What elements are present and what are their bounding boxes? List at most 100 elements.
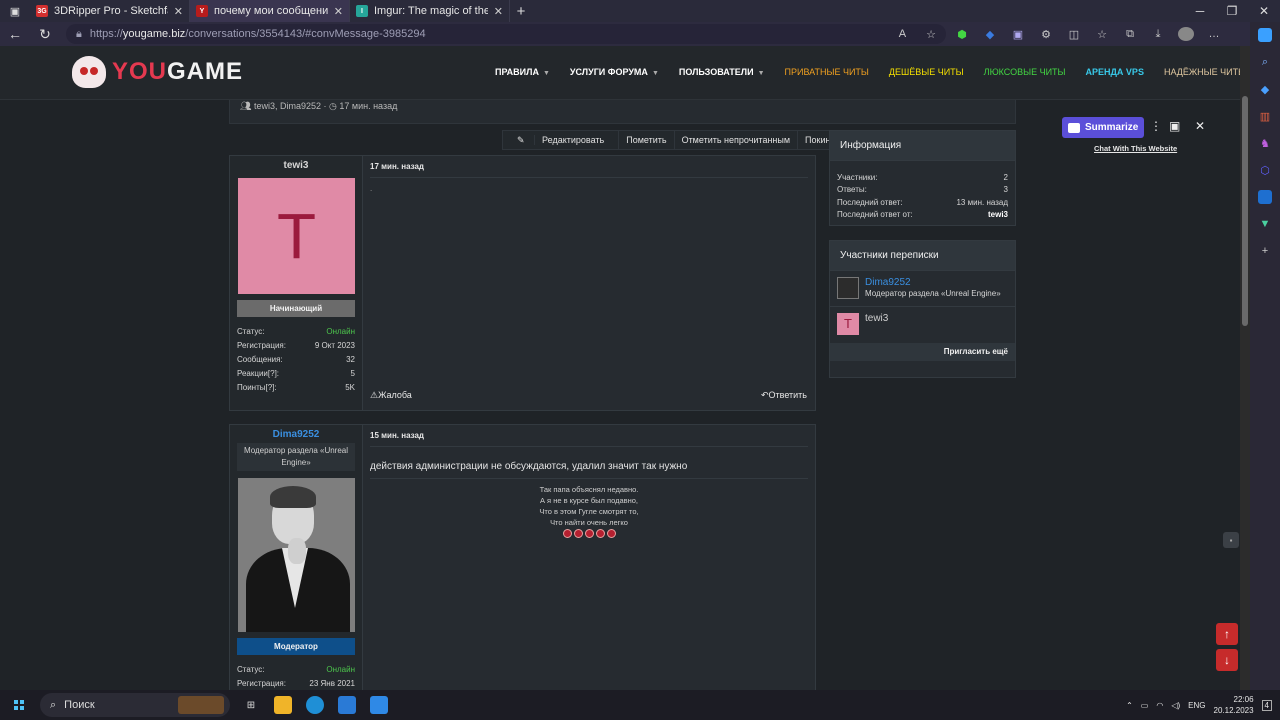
close-window-icon[interactable]: ✕ xyxy=(1248,0,1280,22)
conversation-meta: 👥︎ tewi3, Dima9252 · ◷ 17 мин. назад xyxy=(229,100,1016,124)
site-logo[interactable]: YOUGAME xyxy=(72,56,243,88)
browser-tab-active[interactable]: Y почему мои сообщения удалят ✕ xyxy=(190,0,350,22)
url-field[interactable]: 🔒︎ https://yougame.biz/conversations/355… xyxy=(66,24,946,44)
chat-widget-icon[interactable]: ▪ xyxy=(1223,532,1239,548)
shopping-tag-icon[interactable]: ◆ xyxy=(1258,82,1272,96)
summarize-extension-icon[interactable]: ▣ xyxy=(1010,27,1026,41)
favorite-star-icon[interactable]: ☆ xyxy=(926,28,936,41)
taskbar-search[interactable]: ⌕ Поиск xyxy=(40,693,230,717)
scroll-thumb[interactable] xyxy=(1242,96,1248,326)
message-user-panel: tewi3 T Начинающий Статус: Онлайн Регистр… xyxy=(230,156,363,410)
search-icon[interactable]: ⌕ xyxy=(1258,55,1272,69)
back-icon[interactable]: ← xyxy=(0,26,30,42)
collections-icon[interactable]: ⧉ xyxy=(1122,27,1138,41)
notifications-icon[interactable]: 4 xyxy=(1261,699,1272,711)
nav-services[interactable]: УСЛУГИ ФОРУМА ▼ xyxy=(570,67,659,77)
nav-reliable-cheats[interactable]: НАДЁЖНЫЕ ЧИТЫ xyxy=(1164,67,1246,77)
bitwarden-extension-icon[interactable]: ◆ xyxy=(982,27,998,41)
browser-tab[interactable]: I Imgur: The magic of the Internet ✕ xyxy=(350,0,510,22)
avatar[interactable] xyxy=(837,277,859,299)
chevron-up-icon[interactable]: ⌃ xyxy=(1126,701,1133,710)
store-icon[interactable] xyxy=(338,696,356,714)
language-indicator[interactable]: ENG xyxy=(1188,701,1205,710)
mail-icon[interactable] xyxy=(370,696,388,714)
drop-icon[interactable]: ▼ xyxy=(1258,217,1272,231)
summarize-button[interactable]: Summarize xyxy=(1062,117,1144,138)
nav-cheap-cheats[interactable]: ДЕШЁВЫЕ ЧИТЫ xyxy=(889,67,964,77)
nav-users[interactable]: ПОЛЬЗОВАТЕЛИ ▼ xyxy=(679,67,765,77)
page-scrollbar[interactable] xyxy=(1240,46,1250,690)
file-explorer-icon[interactable] xyxy=(274,696,292,714)
extensions-icon[interactable]: ⚙ xyxy=(1038,27,1054,41)
nav-private-cheats[interactable]: ПРИВАТНЫЕ ЧИТЫ xyxy=(785,67,869,77)
downloads-icon[interactable]: ⤓ xyxy=(1150,27,1166,41)
games-icon[interactable]: ♞ xyxy=(1258,136,1272,150)
more-menu-icon[interactable]: … xyxy=(1206,27,1222,41)
new-tab-button[interactable]: + xyxy=(510,3,532,20)
profile-avatar[interactable] xyxy=(1178,27,1194,41)
last-reply-user[interactable]: tewi3 xyxy=(988,210,1008,219)
close-icon[interactable]: ✕ xyxy=(1195,119,1205,133)
hide-icon[interactable]: ▣ xyxy=(1169,119,1180,133)
close-tab-icon[interactable]: ✕ xyxy=(174,5,183,18)
main-nav: ПРАВИЛА ▼ УСЛУГИ ФОРУМА ▼ ПОЛЬЗОВАТЕЛИ ▼ ПР… xyxy=(495,67,1246,77)
more-options-icon[interactable]: ⋮ xyxy=(1150,119,1162,133)
message-post: 15 мин. назад действия администрации не … xyxy=(363,425,815,690)
participant-name[interactable]: Dima9252 xyxy=(865,277,1001,288)
logo-game: GAME xyxy=(167,58,244,85)
start-button[interactable] xyxy=(6,700,32,710)
invite-more-button[interactable]: Пригласить ещё xyxy=(830,343,1015,361)
username[interactable]: Dima9252 xyxy=(230,429,362,440)
window-menu-icon[interactable]: ▣ xyxy=(0,0,30,22)
clock[interactable]: 22:06 20.12.2023 xyxy=(1214,694,1254,716)
mark-button[interactable]: Пометить xyxy=(619,131,675,149)
outlook-icon[interactable] xyxy=(1258,190,1272,204)
participant-name[interactable]: tewi3 xyxy=(865,313,888,337)
nav-luxury-cheats[interactable]: ЛЮКСОВЫЕ ЧИТЫ xyxy=(984,67,1066,77)
participant-item[interactable]: Dima9252 Модератор раздела «Unreal Engin… xyxy=(830,271,1015,307)
participant-item[interactable]: T tewi3 xyxy=(830,307,1015,343)
network-icon[interactable]: ▭ xyxy=(1141,701,1149,710)
read-aloud-icon[interactable]: A xyxy=(899,28,906,40)
tools-icon[interactable]: ▥ xyxy=(1258,109,1272,123)
stat-label: Реакции[?]: xyxy=(237,368,280,378)
edge-icon[interactable] xyxy=(306,696,324,714)
message-time[interactable]: 15 мин. назад xyxy=(370,431,808,447)
shield-extension-icon[interactable]: ⬢ xyxy=(954,27,970,41)
url-path: /conversations/3554143/#convMessage-3985… xyxy=(185,28,426,40)
wifi-icon[interactable]: ◠ xyxy=(1156,701,1163,710)
system-tray: ⌃ ▭ ◠ ◁) ENG 22:06 20.12.2023 4 xyxy=(1126,690,1272,720)
avatar[interactable]: T xyxy=(238,178,355,294)
volume-icon[interactable]: ◁) xyxy=(1171,701,1180,710)
close-tab-icon[interactable]: ✕ xyxy=(334,5,343,18)
maximize-icon[interactable]: ❐ xyxy=(1216,0,1248,22)
chat-with-website-link[interactable]: Chat With This Website xyxy=(1094,144,1177,153)
minimize-icon[interactable]: ─ xyxy=(1184,0,1216,22)
chevron-down-icon: ▼ xyxy=(542,70,550,77)
message-time[interactable]: 17 мин. назад xyxy=(370,162,808,178)
info-value: 3 xyxy=(1003,185,1008,195)
copilot-icon[interactable] xyxy=(1258,28,1272,42)
mark-unread-button[interactable]: Отметить непрочитанным xyxy=(675,131,799,149)
widget-title: Участники переписки xyxy=(830,241,1015,271)
user-role-badge: Модератор xyxy=(237,638,355,655)
refresh-icon[interactable]: ↻ xyxy=(30,26,60,43)
close-tab-icon[interactable]: ✕ xyxy=(494,5,503,18)
microsoft365-icon[interactable]: ⬡ xyxy=(1258,163,1272,177)
nav-vps-rent[interactable]: АРЕНДА VPS xyxy=(1086,67,1144,77)
scroll-up-button[interactable]: ↑ xyxy=(1216,623,1238,645)
task-view-icon[interactable]: ⊞ xyxy=(242,696,260,714)
browser-tab[interactable]: 3G 3DRipper Pro - Sketchfab - Free ✕ xyxy=(30,0,190,22)
add-sidebar-app-icon[interactable]: + xyxy=(1258,244,1272,258)
avatar[interactable]: T xyxy=(837,313,859,335)
report-button[interactable]: ⚠Жалоба xyxy=(370,390,412,401)
favorites-icon[interactable]: ☆ xyxy=(1094,27,1110,41)
scroll-down-button[interactable]: ↓ xyxy=(1216,649,1238,671)
username[interactable]: tewi3 xyxy=(230,160,362,171)
summarize-popup: Summarize ⋮ ▣ ✕ Chat With This Website xyxy=(1058,116,1216,158)
split-screen-icon[interactable]: ◫ xyxy=(1066,27,1082,41)
edit-button[interactable]: ✎ Редактировать xyxy=(503,131,620,149)
nav-rules[interactable]: ПРАВИЛА ▼ xyxy=(495,67,550,77)
avatar[interactable] xyxy=(238,478,355,632)
reply-button[interactable]: ↶Ответить xyxy=(761,390,807,401)
